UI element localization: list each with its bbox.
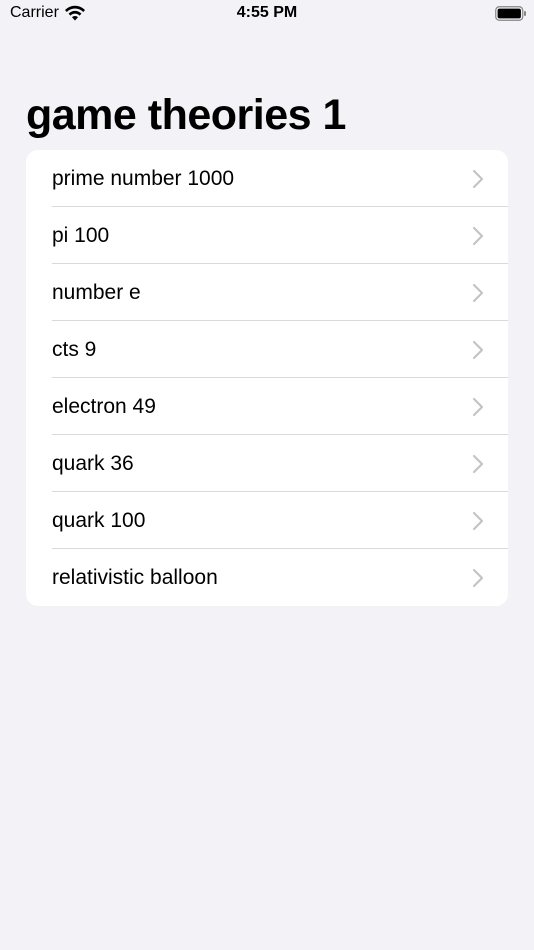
list-item[interactable]: number e — [26, 264, 508, 321]
list-item-label: quark 100 — [52, 509, 146, 532]
chevron-right-icon — [472, 340, 484, 360]
list-item-label: number e — [52, 281, 141, 304]
list-item[interactable]: electron 49 — [26, 378, 508, 435]
list-item-label: pi 100 — [52, 224, 110, 247]
status-time: 4:55 PM — [236, 4, 298, 21]
list-item-label: cts 9 — [52, 338, 97, 361]
list-item-label: electron 49 — [52, 395, 156, 418]
list-item-label: quark 36 — [52, 452, 134, 475]
list-item[interactable]: quark 36 — [26, 435, 508, 492]
list-item[interactable]: cts 9 — [26, 321, 508, 378]
chevron-right-icon — [472, 511, 484, 531]
list-card: prime number 1000 pi 100 number e cts 9 … — [26, 150, 508, 606]
list-item[interactable]: quark 100 — [26, 492, 508, 549]
list-item-label: prime number 1000 — [52, 167, 235, 190]
list-item[interactable]: relativistic balloon — [26, 549, 508, 606]
chevron-right-icon — [472, 454, 484, 474]
page-title: game theories 1 — [26, 91, 346, 139]
status-bar: Carrier 4:55 PM — [0, 0, 534, 30]
battery-icon — [495, 6, 526, 21]
chevron-right-icon — [472, 283, 484, 303]
list-item[interactable]: pi 100 — [26, 207, 508, 264]
chevron-right-icon — [472, 397, 484, 417]
chevron-right-icon — [472, 226, 484, 246]
chevron-right-icon — [472, 568, 484, 588]
list-item-label: relativistic balloon — [52, 566, 218, 589]
chevron-right-icon — [472, 169, 484, 189]
list-item[interactable]: prime number 1000 — [26, 150, 508, 207]
